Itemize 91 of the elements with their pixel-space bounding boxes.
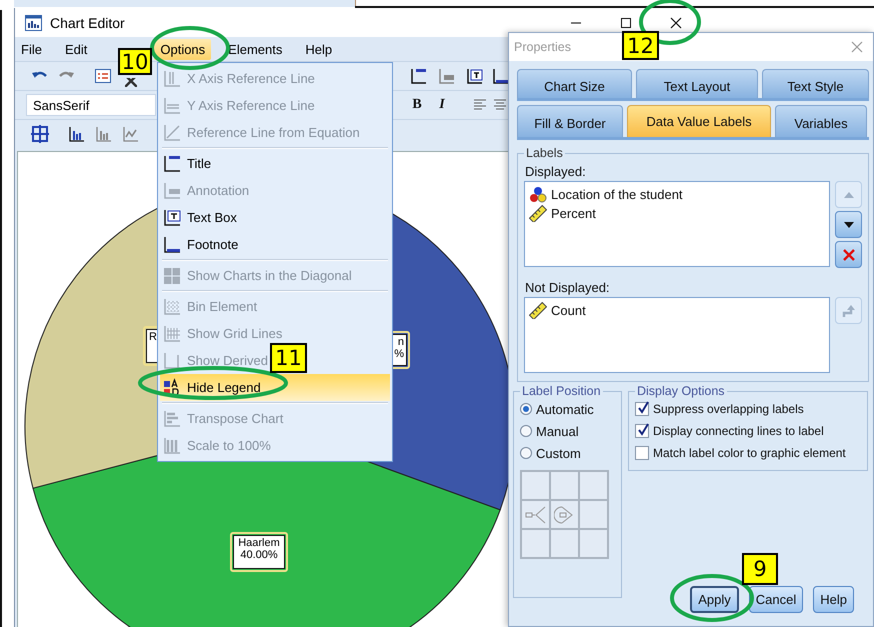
tab[interactable]: Fill & Border: [517, 105, 623, 137]
menu-item[interactable]: Options: [154, 38, 212, 60]
checkbox[interactable]: [635, 446, 649, 460]
group-label: Display Options: [636, 384, 726, 398]
down-arrow-icon: [842, 220, 854, 228]
radio-option[interactable]: Custom: [520, 442, 615, 464]
remove-button[interactable]: [835, 241, 862, 268]
grid-cell[interactable]: [521, 500, 550, 529]
window-title: Properties: [514, 40, 571, 54]
axis-reference-icon: [162, 68, 182, 88]
radio-option[interactable]: Manual: [520, 420, 615, 442]
grid-cell[interactable]: [550, 471, 579, 500]
italic-button[interactable]: I: [434, 97, 450, 113]
title-icon: [162, 154, 182, 174]
footnote-icon[interactable]: [491, 67, 509, 85]
checkbox[interactable]: [635, 402, 649, 416]
frame-icon[interactable]: [31, 125, 49, 143]
dotted-grid-icon: [162, 296, 182, 316]
move-down-button[interactable]: [835, 211, 862, 238]
tab[interactable]: Variables: [775, 105, 867, 137]
group-label: Label Position: [521, 384, 602, 398]
bar-chart-icon: [162, 436, 182, 456]
field-label: Not Displayed:: [525, 280, 611, 295]
checkbox-option[interactable]: Match label color to graphic element: [635, 442, 861, 464]
group-label: Labels: [525, 146, 564, 160]
dialog-button[interactable]: Apply: [690, 586, 739, 613]
checkbox[interactable]: [635, 424, 649, 438]
axis-icon: [162, 350, 182, 370]
line-chart-icon[interactable]: [121, 125, 139, 143]
nominal-icon: [529, 186, 547, 203]
radio-option[interactable]: Automatic: [520, 398, 615, 420]
list-item[interactable]: Percent: [529, 204, 825, 223]
delete-icon: [842, 248, 854, 260]
tab[interactable]: Chart Size: [517, 69, 632, 98]
font-field[interactable]: SansSerif: [26, 94, 156, 116]
grid-lines-icon: [162, 324, 182, 344]
menu-item[interactable]: Help: [299, 38, 338, 60]
up-arrow-icon: [842, 190, 854, 198]
menu-item[interactable]: Text Box: [162, 208, 237, 228]
chart-window-icon: [25, 14, 42, 30]
tab[interactable]: Text Layout: [636, 69, 758, 98]
text-box-icon[interactable]: [465, 67, 483, 85]
window-title: Chart Editor: [50, 14, 125, 30]
title-icon[interactable]: [409, 67, 427, 85]
bar-chart-icon[interactable]: [67, 125, 85, 143]
grid-cell[interactable]: [521, 529, 550, 558]
list-item[interactable]: Location of the student: [529, 185, 825, 204]
menu-item[interactable]: Footnote: [162, 234, 238, 254]
menu-item[interactable]: Title: [162, 154, 212, 174]
matrix-icon: [162, 266, 182, 286]
step-badge: 9: [742, 553, 778, 585]
menu-item[interactable]: Elements: [222, 38, 288, 60]
radio-button[interactable]: [520, 447, 532, 459]
menu-item[interactable]: Edit: [58, 38, 94, 60]
checkbox-option[interactable]: Display connecting lines to label: [635, 420, 861, 442]
tab[interactable]: Text Style: [762, 69, 869, 98]
data-label: Haarlem 40.00%: [233, 535, 285, 569]
radio-button[interactable]: [520, 425, 532, 437]
grid-cell[interactable]: [579, 529, 608, 558]
grid-cell[interactable]: [550, 500, 579, 529]
step-badge: 12: [622, 31, 659, 60]
step-badge: 11: [270, 343, 307, 373]
list-item[interactable]: Count: [529, 301, 825, 320]
menu-item[interactable]: File: [15, 38, 48, 60]
axis-reference-icon: [162, 96, 182, 116]
dialog-button[interactable]: Help: [813, 586, 854, 613]
maximize-icon[interactable]: [620, 16, 632, 28]
diagonal-line-icon: [162, 122, 182, 142]
checkbox-option[interactable]: Suppress overlapping labels: [635, 398, 861, 420]
text-box-icon: [162, 208, 182, 228]
grid-cell[interactable]: [579, 471, 608, 500]
grid-cell[interactable]: [550, 529, 579, 558]
grid-cell[interactable]: [579, 500, 608, 529]
move-up-icon: [842, 304, 856, 318]
label-inside-icon: [554, 504, 576, 526]
bold-button[interactable]: B: [409, 97, 425, 113]
field-label: Displayed:: [525, 164, 587, 179]
align-center-icon[interactable]: [494, 98, 506, 112]
properties-icon[interactable]: [94, 67, 112, 85]
footnote-icon: [162, 234, 182, 254]
annotation-icon: [162, 180, 182, 200]
dialog-button[interactable]: Cancel: [748, 586, 804, 613]
grid-cell[interactable]: [521, 471, 550, 500]
radio-button[interactable]: [520, 403, 532, 415]
label-left-icon: [524, 504, 546, 526]
bar-chart-icon: [162, 408, 182, 428]
delete-icon[interactable]: [125, 78, 137, 87]
close-icon[interactable]: [670, 16, 682, 28]
tab[interactable]: Data Value Labels: [627, 105, 771, 137]
step-badge: 10: [118, 48, 152, 75]
annotation-icon[interactable]: [437, 67, 455, 85]
